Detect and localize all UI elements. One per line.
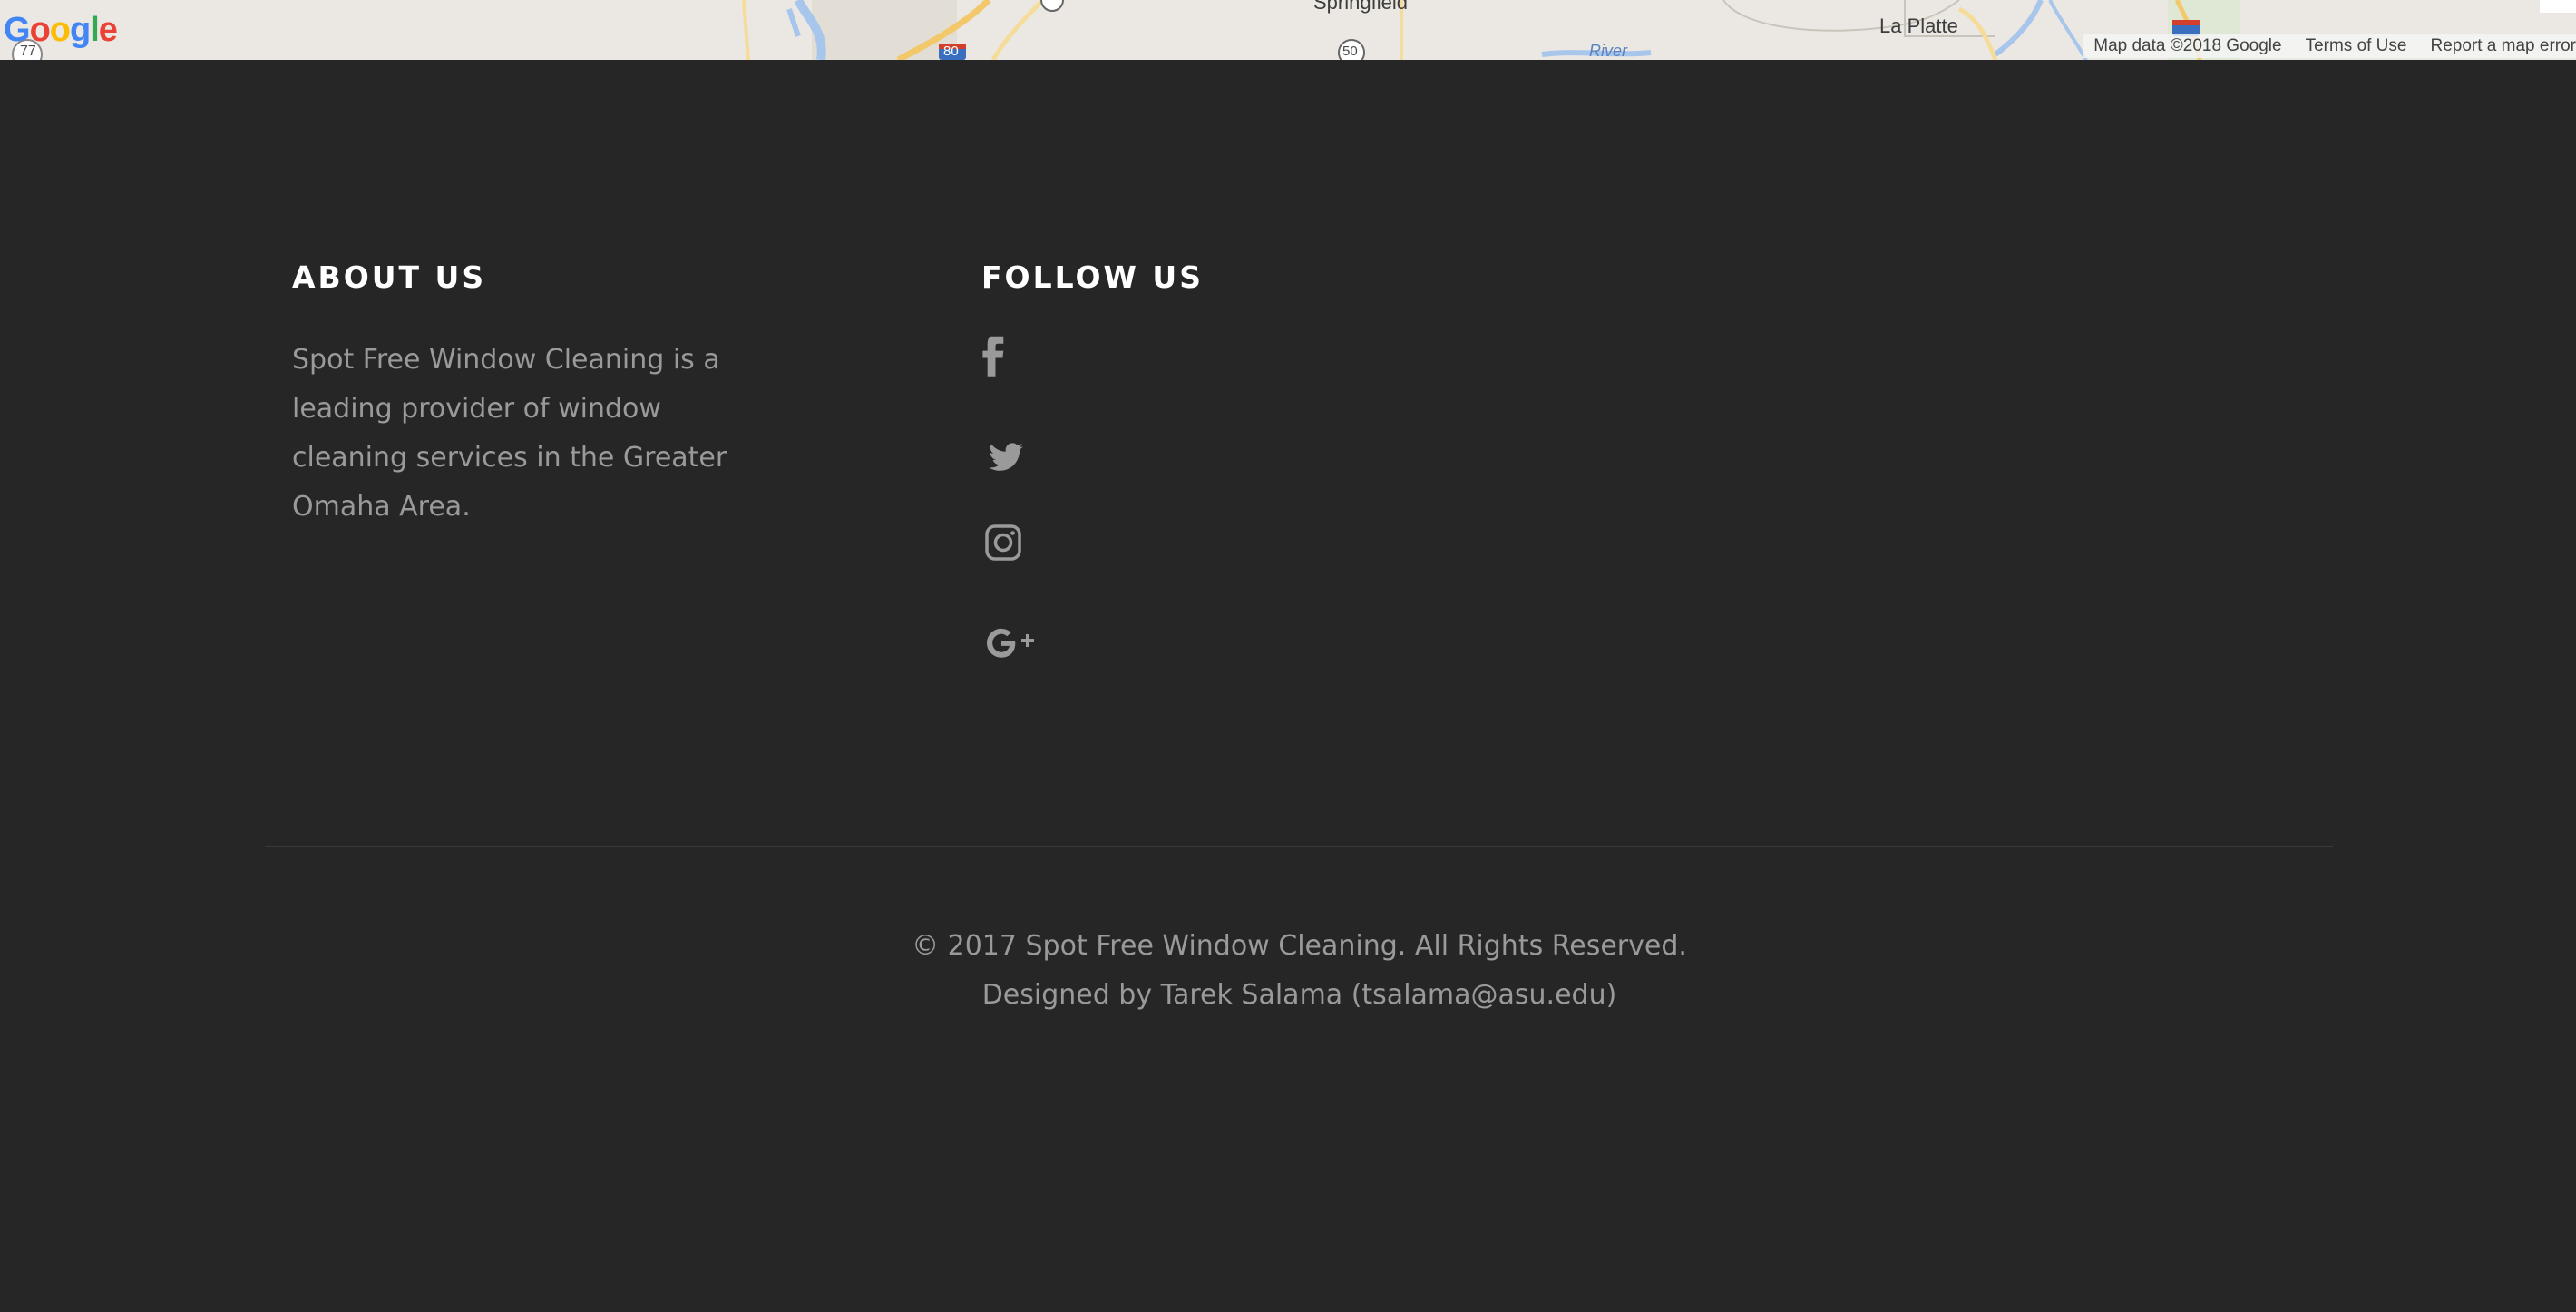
twitter-link[interactable]: [981, 427, 1036, 482]
map-attribution-bar: Map data ©2018 Google Terms of Use Repor…: [2083, 34, 2576, 58]
terms-of-use-link[interactable]: Terms of Use: [2306, 36, 2407, 56]
designer-credit: Designed by Tarek Salama (tsalama@asu.ed…: [981, 979, 1617, 1011]
map-label-river: River: [1589, 42, 1628, 60]
instagram-icon: [985, 524, 1021, 561]
report-map-error-link[interactable]: Report a map error: [2430, 36, 2576, 56]
map-route-50: 50: [1342, 44, 1358, 59]
map-route-80: 80: [943, 44, 959, 59]
map-label-springfield: Springfield: [1313, 0, 1408, 14]
follow-heading: FOLLOW US: [981, 259, 1204, 295]
google-plus-icon: [987, 628, 1034, 658]
map-embed[interactable]: Google 77 80 50 Springfield La Platte Ri…: [0, 0, 2576, 60]
social-links: [981, 334, 1344, 669]
about-section: ABOUT US Spot Free Window Cleaning is a …: [292, 259, 746, 532]
map-route-77: 77: [20, 44, 36, 59]
facebook-icon: [982, 336, 1004, 377]
follow-section: FOLLOW US: [981, 259, 1344, 708]
footer-divider: [265, 846, 2333, 847]
copyright-block: © 2017 Spot Free Window Cleaning. All Ri…: [0, 922, 2576, 1020]
about-heading: ABOUT US: [292, 259, 487, 295]
about-text: Spot Free Window Cleaning is a leading p…: [292, 344, 727, 523]
instagram-link[interactable]: [981, 521, 1036, 575]
facebook-link[interactable]: [981, 334, 1036, 388]
google-logo[interactable]: Google: [4, 13, 118, 47]
copyright-text: © 2017 Spot Free Window Cleaning. All Ri…: [912, 930, 1687, 962]
map-data-text: Map data ©2018 Google: [2093, 36, 2282, 55]
map-label-la-platte: La Platte: [1879, 15, 1958, 37]
twitter-icon: [989, 443, 1023, 471]
google-plus-link[interactable]: [981, 614, 1036, 669]
